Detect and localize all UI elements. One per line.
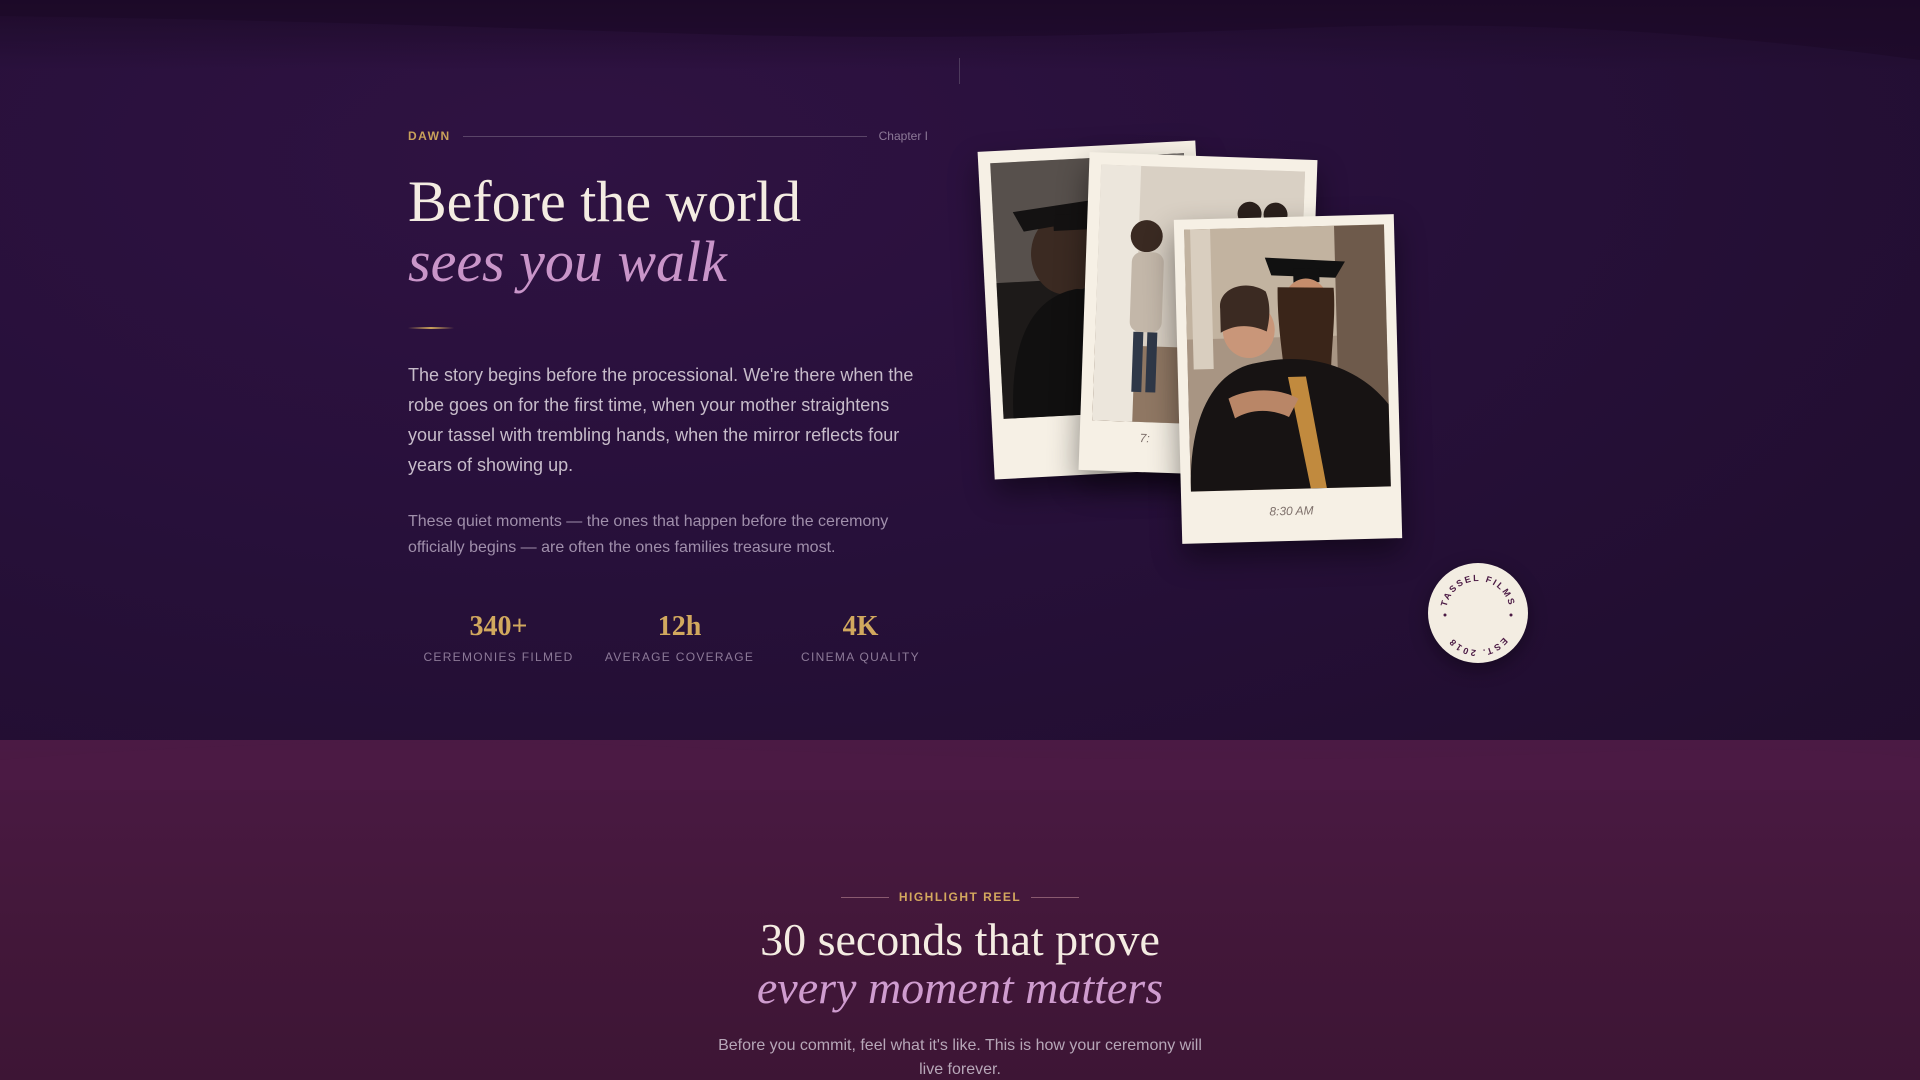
section-wave (0, 742, 1920, 790)
eyebrow-line-left (840, 896, 889, 898)
stat-value: 12h (657, 611, 702, 642)
hero-title-line2: sees you walk (408, 229, 727, 294)
top-wave (0, 0, 1920, 60)
chapter-row: DAWN Chapter I (408, 128, 928, 144)
polaroid-mother-hug: 8:30 AM (1173, 214, 1403, 544)
chapter-divider (462, 135, 867, 137)
stat-label: CINEMA QUALITY (801, 650, 920, 664)
hero-title: Before the world sees you walk (408, 172, 928, 292)
highlight-section (0, 740, 1920, 1080)
stats-row: 340+ CEREMONIES FILMED 12h AVERAGE COVER… (408, 610, 952, 664)
tassel-films-badge: TASSEL FILMS EST. 2018 (1428, 563, 1528, 663)
highlight-title-line1: 30 seconds that prove (760, 914, 1160, 965)
stat-label: AVERAGE COVERAGE (604, 650, 755, 664)
chapter-label: DAWN (408, 129, 451, 143)
stat-label: CEREMONIES FILMED (423, 650, 574, 664)
badge-top-text: TASSEL FILMS (1439, 573, 1518, 608)
polaroid-caption: 7: (1139, 431, 1150, 446)
chapter-number: Chapter I (878, 129, 928, 143)
highlight-title: 30 seconds that prove every moment matte… (560, 916, 1360, 1012)
hero-title-line1: Before the world (408, 169, 801, 234)
highlight-eyebrow: HIGHLIGHT REEL (840, 889, 1080, 905)
stat-coverage: 12h AVERAGE COVERAGE (589, 610, 770, 664)
hero-lead-paragraph: The story begins before the processional… (408, 365, 914, 475)
stat-ceremonies: 340+ CEREMONIES FILMED (408, 610, 589, 664)
stat-value: 340+ (469, 611, 528, 642)
badge-dot (1443, 613, 1447, 617)
stat-quality: 4K CINEMA QUALITY (770, 610, 951, 664)
hero-section (0, 0, 1920, 780)
gold-divider (408, 327, 454, 329)
mother-hug-photo (1184, 224, 1391, 492)
highlight-subtitle: Before you commit, feel what it's like. … (718, 1037, 1202, 1078)
highlight-label: HIGHLIGHT REEL (898, 890, 1022, 904)
badge-dot (1509, 613, 1513, 617)
hero-sub-paragraph: These quiet moments — the ones that happ… (408, 513, 889, 556)
badge-bottom-text: EST. 2018 (1446, 636, 1509, 658)
highlight-title-line2: every moment matters (756, 962, 1164, 1013)
scroll-divider (959, 58, 960, 84)
stat-value: 4K (842, 611, 879, 642)
polaroid-caption-time: 8:30 AM (1269, 503, 1314, 519)
eyebrow-line-right (1031, 896, 1080, 898)
